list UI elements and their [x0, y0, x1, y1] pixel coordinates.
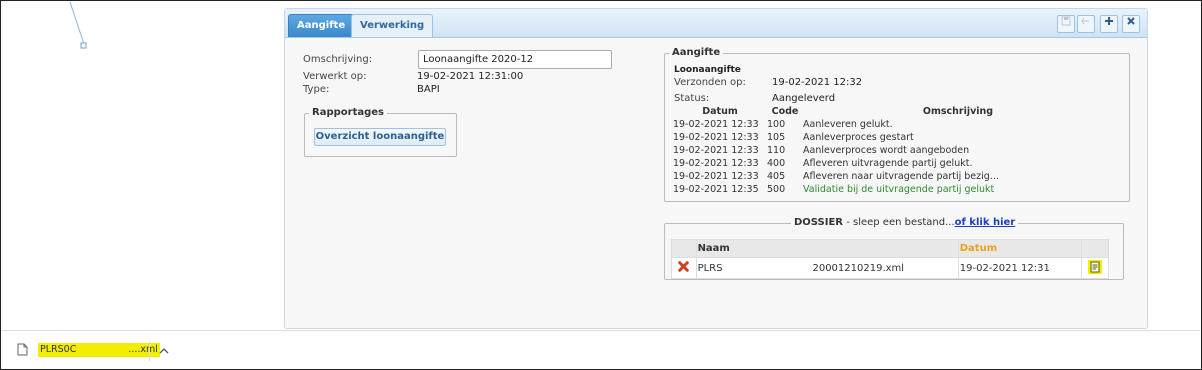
- undo-icon[interactable]: [1077, 15, 1095, 33]
- cell-omschrijving: Afleveren uitvragende partij gelukt.: [803, 158, 973, 169]
- cell-datum: 19-02-2021 12:35: [673, 184, 759, 195]
- dossier-title: DOSSIER: [794, 217, 844, 228]
- download-file-item[interactable]: PLRS0C ....xml: [38, 343, 160, 357]
- col-open: [1081, 239, 1109, 258]
- cell-code: 500: [767, 184, 786, 195]
- cell-datum: 19-02-2021 12:33: [673, 145, 759, 156]
- chevron-up-icon[interactable]: [149, 341, 178, 361]
- dossier-table: Naam Datum PLRS 20001210219.xml 19-02-202…: [671, 239, 1109, 279]
- omschrijving-input[interactable]: Loonaangifte 2020-12: [418, 50, 612, 69]
- decorative-connector-line: [69, 1, 87, 49]
- file-datum-cell: 19-02-2021 12:31: [957, 257, 1083, 279]
- table-row: 19-02-2021 12:35 500 Validatie bij de ui…: [673, 183, 1113, 196]
- cell-omschrijving: Validatie bij de uitvragende partij gelu…: [803, 184, 995, 195]
- cell-code: 405: [767, 171, 786, 182]
- table-row: 19-02-2021 12:33 110 Aanleverproces word…: [673, 144, 1113, 157]
- verzonden-value: 19-02-2021 12:32: [772, 77, 863, 88]
- close-icon[interactable]: [1122, 15, 1140, 33]
- tab-bar: Aangifte Verwerking: [285, 9, 1147, 38]
- cell-datum: 19-02-2021 12:33: [673, 171, 759, 182]
- dossier-legend: DOSSIER - sleep een bestand...of klik hi…: [791, 217, 1019, 228]
- col-datum: Datum: [957, 239, 1083, 258]
- download-file-prefix: PLRS0C: [40, 344, 77, 355]
- table-row: 19-02-2021 12:33 105 Aanleverproces gest…: [673, 131, 1113, 144]
- verwerkt-value: 19-02-2021 12:31:00: [417, 71, 524, 82]
- tab-aangifte[interactable]: Aangifte: [288, 14, 355, 37]
- col-action: [671, 239, 697, 258]
- aangifte-log-table: Datum Code Omschrijving 19-02-2021 12:33…: [673, 105, 1113, 196]
- col-omschrijving: Omschrijving: [922, 106, 994, 117]
- cell-code: 100: [767, 119, 786, 130]
- table-row: 19-02-2021 12:33 100 Aanleveren gelukt.: [673, 118, 1113, 131]
- dossier-upload-link[interactable]: of klik hier: [955, 217, 1016, 228]
- file-name-prefix: PLRS: [697, 262, 723, 274]
- col-naam: Naam: [695, 239, 959, 258]
- cell-omschrijving: Afleveren naar uitvragende partij bezig.…: [803, 171, 999, 182]
- overzicht-loonaangifte-button[interactable]: Overzicht loonaangifte: [314, 128, 446, 146]
- rapportages-legend: Rapportages: [309, 107, 387, 118]
- type-value: BAPI: [417, 84, 440, 95]
- cell-omschrijving: Aanleveren gelukt.: [803, 119, 893, 130]
- file-name-cell: PLRS 20001210219.xml: [695, 257, 959, 279]
- table-row: 19-02-2021 12:33 405 Afleveren naar uitv…: [673, 170, 1113, 183]
- col-datum: Datum: [702, 106, 738, 117]
- cell-datum: 19-02-2021 12:33: [673, 119, 759, 130]
- plus-icon[interactable]: [1100, 15, 1118, 33]
- dossier-fieldset: DOSSIER - sleep een bestand...of klik hi…: [664, 217, 1124, 280]
- aangifte-subtitle: Loonaangifte: [674, 65, 741, 75]
- dossier-hint: - sleep een bestand...: [843, 217, 955, 228]
- status-value: Aangeleverd: [772, 93, 836, 104]
- aangifte-legend: Aangifte: [669, 47, 724, 58]
- cell-omschrijving: Aanleverproces gestart: [803, 132, 914, 143]
- file-icon: [17, 343, 28, 359]
- table-row: 19-02-2021 12:33 400 Afleveren uitvragen…: [673, 157, 1113, 170]
- cell-datum: 19-02-2021 12:33: [673, 132, 759, 143]
- cell-omschrijving: Aanleverproces wordt aangeboden: [803, 145, 970, 156]
- download-bar: PLRS0C ....xml: [1, 330, 1200, 369]
- status-label: Status:: [674, 93, 710, 104]
- cell-code: 105: [767, 132, 786, 143]
- rapportages-fieldset: Rapportages Overzicht loonaangifte: [304, 107, 457, 157]
- dossier-file-row: PLRS 20001210219.xml 19-02-2021 12:31: [671, 257, 1109, 279]
- type-label: Type:: [303, 84, 330, 95]
- tab-verwerking[interactable]: Verwerking: [351, 14, 434, 37]
- aangifte-panel: Aangifte Verwerking Omschrijving: Loonaa…: [284, 8, 1148, 329]
- table-header-row: Datum Code Omschrijving: [673, 105, 1113, 118]
- omschrijving-label: Omschrijving:: [303, 54, 373, 65]
- cell-code: 110: [767, 145, 786, 156]
- col-code: Code: [771, 106, 799, 117]
- open-file-icon[interactable]: [1081, 257, 1109, 279]
- aangifte-fieldset: Aangifte Loonaangifte Verzonden op: 19-0…: [664, 47, 1130, 202]
- delete-icon[interactable]: [671, 257, 697, 279]
- cell-datum: 19-02-2021 12:33: [673, 158, 759, 169]
- cell-code: 400: [767, 158, 786, 169]
- save-icon[interactable]: [1057, 15, 1075, 33]
- verzonden-label: Verzonden op:: [674, 77, 746, 88]
- file-name-suffix: 20001210219.xml: [812, 262, 905, 274]
- verwerkt-label: Verwerkt op:: [303, 71, 367, 82]
- dossier-header-row: Naam Datum: [671, 239, 1109, 258]
